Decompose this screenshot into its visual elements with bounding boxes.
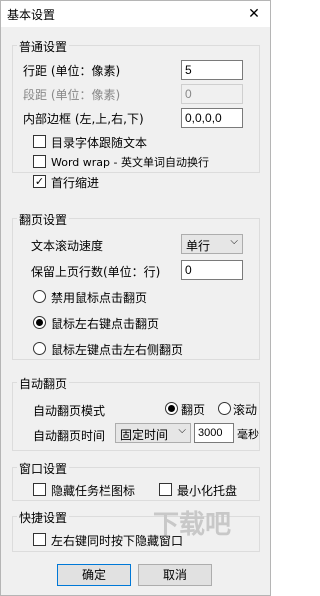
cancel-button[interactable]: 取消 — [138, 564, 212, 586]
min-tray-checkbox[interactable] — [159, 483, 172, 496]
min-tray-label: 最小化托盘 — [177, 484, 238, 498]
general-group: 普通设置 行距 (单位：像素) 段距 (单位：像素) 内部边框 (左,上,右,下… — [12, 38, 260, 190]
radio-left-label: 鼠标左键点击左右侧翻页 — [51, 343, 184, 357]
chevron-down-icon: ⌵ — [178, 425, 186, 436]
auto-turn-group-title: 自动翻页 — [17, 375, 70, 392]
hide-taskbar-label: 隐藏任务栏图标 — [51, 484, 136, 498]
scroll-speed-label: 文本滚动速度 — [31, 239, 104, 253]
window-group: 窗口设置 隐藏任务栏图标 最小化托盘 — [12, 460, 260, 501]
settings-window: 基本设置 ✕ 普通设置 行距 (单位：像素) 段距 (单位：像素) 内部边框 (… — [0, 0, 271, 596]
watermark: 下载吧 — [153, 510, 232, 540]
hide-taskbar-checkbox[interactable] — [33, 483, 46, 496]
line-spacing-label: 行距 (单位：像素) — [23, 64, 121, 78]
margin-input[interactable] — [181, 108, 243, 128]
close-icon[interactable]: ✕ — [238, 1, 270, 27]
radio-disable-click[interactable] — [33, 290, 46, 303]
radio-lr-label: 鼠标左右键点击翻页 — [51, 317, 160, 331]
ok-button[interactable]: 确定 — [57, 564, 131, 586]
keep-lines-label: 保留上页行数(单位：行) — [31, 265, 161, 279]
shortcut-group-title: 快捷设置 — [17, 509, 70, 526]
radio-left-side-click[interactable] — [33, 342, 46, 355]
dir-font-label: 目录字体跟随文本 — [51, 136, 148, 150]
mode-scroll-label: 滚动 — [233, 403, 258, 417]
line-spacing-input[interactable] — [181, 60, 243, 80]
window-title: 基本设置 — [7, 8, 56, 22]
page-turn-group: 翻页设置 文本滚动速度 单行 ⌵ 保留上页行数(单位：行) 禁用鼠标点击翻页 鼠… — [12, 211, 260, 360]
auto-mode-label: 自动翻页模式 — [33, 404, 106, 418]
auto-time-label: 自动翻页时间 — [33, 429, 106, 443]
para-spacing-input[interactable] — [181, 84, 243, 104]
indent-checkbox[interactable]: ✓ — [33, 175, 46, 188]
auto-time-input[interactable] — [194, 423, 234, 443]
radio-lr-click[interactable] — [33, 316, 46, 329]
wordwrap-label: Word wrap - 英文单词自动换行 — [51, 156, 209, 169]
title-bar: 基本设置 ✕ — [1, 1, 270, 27]
chevron-down-icon: ⌵ — [230, 236, 238, 247]
radio-disable-label: 禁用鼠标点击翻页 — [51, 291, 148, 305]
auto-time-unit: 毫秒 — [237, 428, 259, 441]
window-group-title: 窗口设置 — [17, 460, 70, 477]
keep-lines-input[interactable] — [181, 260, 243, 280]
auto-time-select-value: 固定时间 — [120, 428, 169, 442]
scroll-speed-value: 单行 — [186, 239, 211, 253]
dir-font-checkbox[interactable] — [33, 135, 46, 148]
auto-time-select[interactable]: 固定时间 ⌵ — [115, 423, 191, 443]
general-group-title: 普通设置 — [17, 38, 70, 55]
mode-page-label: 翻页 — [181, 403, 206, 417]
margin-label: 内部边框 (左,上,右,下) — [23, 112, 144, 126]
para-spacing-label: 段距 (单位：像素) — [23, 88, 121, 102]
scroll-speed-select[interactable]: 单行 ⌵ — [181, 234, 243, 254]
mode-page-radio[interactable] — [165, 402, 178, 415]
wordwrap-checkbox[interactable] — [33, 155, 46, 168]
auto-turn-group: 自动翻页 自动翻页模式 翻页 滚动 自动翻页时间 固定时间 ⌵ 毫秒 — [12, 375, 260, 451]
indent-label: 首行缩进 — [51, 176, 100, 190]
hide-window-checkbox[interactable] — [33, 533, 46, 546]
mode-scroll-radio[interactable] — [218, 402, 231, 415]
page-turn-group-title: 翻页设置 — [17, 211, 70, 228]
